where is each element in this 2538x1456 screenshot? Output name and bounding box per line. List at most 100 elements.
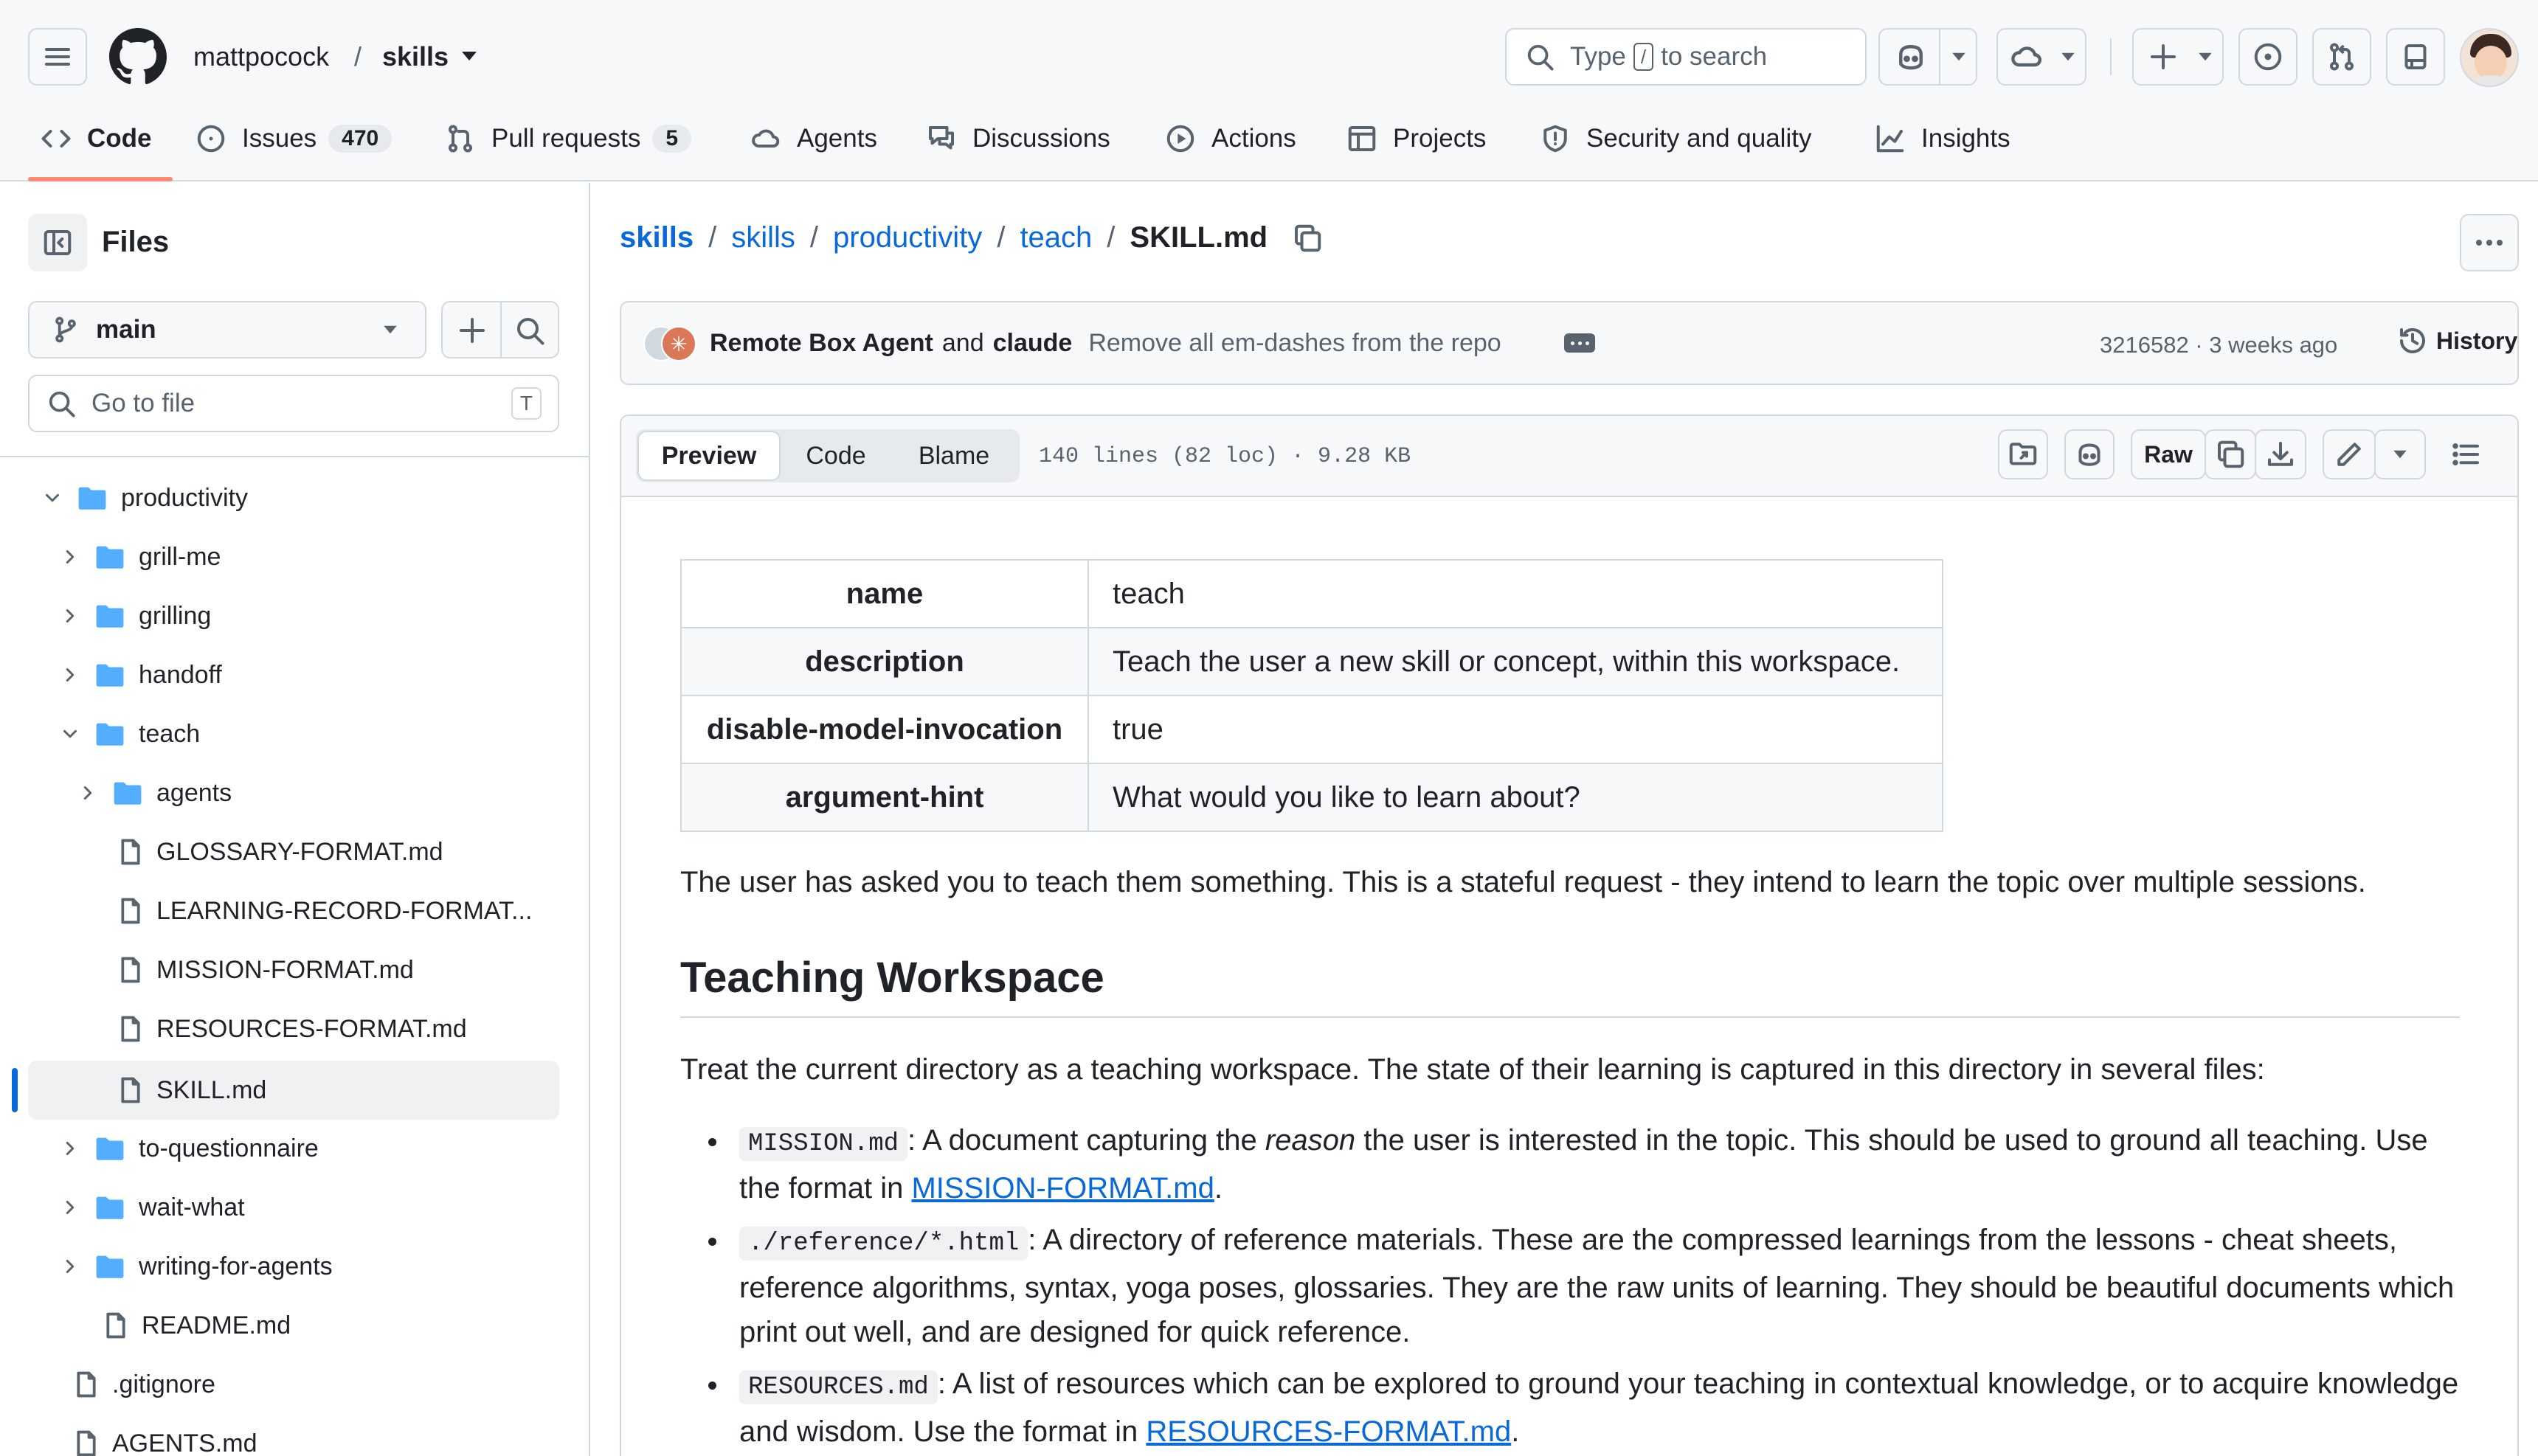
tree-file-learning-record-format[interactable]: LEARNING-RECORD-FORMAT... — [117, 882, 532, 940]
caret-down-icon[interactable] — [460, 50, 478, 62]
emphasis-text: reason — [1265, 1124, 1356, 1157]
tree-file-glossary-format[interactable]: GLOSSARY-FORMAT.md — [117, 823, 443, 881]
copilot-ask-button[interactable] — [2064, 429, 2115, 479]
tree-file-readme[interactable]: README.md — [102, 1297, 291, 1354]
file-icon — [121, 1016, 140, 1042]
create-new-button[interactable] — [2132, 28, 2224, 86]
repo-owner-link[interactable]: mattpocock — [193, 41, 329, 72]
commit-message-link[interactable]: Remove all em-dashes from the repo — [1088, 329, 1501, 358]
tab-agents-label: Agents — [797, 124, 877, 153]
download-button[interactable] — [2255, 429, 2306, 479]
issues-button[interactable] — [2238, 28, 2297, 86]
go-to-file-placeholder: Go to file — [91, 389, 196, 417]
edit-file-button[interactable] — [2323, 429, 2376, 479]
table-row: argument-hint What would you like to lea… — [680, 763, 1943, 832]
tree-file-skill[interactable]: SKILL.md — [117, 1061, 266, 1120]
tab-pull-requests[interactable]: Pull requests 5 — [446, 118, 692, 159]
tree-label: agents — [156, 778, 232, 807]
git-pull-request-icon — [2330, 43, 2354, 71]
graph-icon — [1876, 125, 1904, 153]
breadcrumb-skills-link[interactable]: skills — [731, 221, 795, 254]
list-unordered-icon — [2452, 443, 2479, 466]
copy-icon[interactable] — [1293, 223, 1322, 253]
file-view: skills / skills / productivity / teach /… — [592, 183, 2538, 1456]
tab-code-view[interactable]: Code — [781, 431, 891, 481]
tree-folder-writing-for-agents[interactable]: writing-for-agents — [59, 1238, 333, 1295]
tree-folder-agents[interactable]: agents — [77, 764, 232, 822]
breadcrumb-productivity-link[interactable]: productivity — [833, 221, 982, 254]
tree-file-mission-format[interactable]: MISSION-FORMAT.md — [117, 941, 414, 999]
tree-label: MISSION-FORMAT.md — [156, 955, 414, 984]
breadcrumb-root-link[interactable]: skills — [620, 221, 694, 254]
frontmatter-value: teach — [1088, 559, 1943, 628]
plus-icon — [2151, 44, 2176, 69]
edit-options-button[interactable] — [2374, 429, 2426, 479]
tab-agents[interactable]: Agents — [751, 118, 877, 159]
breadcrumb-teach-link[interactable]: teach — [1020, 221, 1092, 254]
tree-file-gitignore[interactable]: .gitignore — [72, 1356, 215, 1413]
tab-preview[interactable]: Preview — [637, 431, 781, 481]
copy-raw-button[interactable] — [2205, 429, 2256, 479]
folder-open-icon — [96, 723, 124, 746]
tab-insights[interactable]: Insights — [1875, 118, 2010, 159]
tab-blame[interactable]: Blame — [891, 431, 1017, 481]
breadcrumb: skills / skills / productivity / teach /… — [620, 221, 1322, 254]
inbox-button[interactable] — [2386, 28, 2445, 86]
tab-actions[interactable]: Actions — [1166, 118, 1296, 159]
tree-folder-to-questionnaire[interactable]: to-questionnaire — [59, 1120, 319, 1177]
tree-folder-grilling[interactable]: grilling — [59, 587, 211, 645]
commit-coauthor-link[interactable]: claude — [993, 329, 1073, 358]
tree-folder-productivity[interactable]: productivity — [41, 469, 248, 527]
tree-folder-wait-what[interactable]: wait-what — [59, 1179, 245, 1236]
outline-button[interactable] — [2441, 429, 2492, 479]
mission-format-link[interactable]: MISSION-FORMAT.md — [911, 1172, 1214, 1204]
frontmatter-key: disable-model-invocation — [680, 695, 1089, 764]
commit-author-link[interactable]: Remote Box Agent — [710, 329, 933, 358]
add-file-button[interactable] — [441, 301, 559, 358]
search-icon[interactable] — [515, 316, 544, 345]
tree-folder-handoff[interactable]: handoff — [59, 646, 222, 704]
collapse-sidebar-button[interactable] — [28, 214, 87, 271]
codespaces-button[interactable] — [1996, 28, 2086, 86]
intro-paragraph: The user has asked you to teach them som… — [680, 866, 2366, 898]
more-options-button[interactable] — [2460, 214, 2519, 271]
resources-format-link[interactable]: RESOURCES-FORMAT.md — [1146, 1415, 1511, 1448]
repo-name-link[interactable]: skills — [382, 41, 449, 72]
menu-button[interactable] — [28, 28, 87, 86]
tree-label: README.md — [142, 1311, 291, 1339]
breadcrumb-separator: / — [809, 221, 818, 254]
tree-folder-grill-me[interactable]: grill-me — [59, 528, 221, 586]
commit-meta[interactable]: 3216582 · 3 weeks ago — [2100, 332, 2337, 358]
breadcrumb-separator: / — [708, 221, 717, 254]
list-text: : A list of resources which can be explo… — [739, 1367, 2459, 1448]
list-text: . — [1214, 1172, 1223, 1204]
tab-issues[interactable]: Issues 470 — [196, 118, 393, 159]
chevron-right-icon — [66, 550, 75, 564]
tab-projects[interactable]: Projects — [1347, 118, 1486, 159]
frontmatter-value: What would you like to learn about? — [1088, 763, 1943, 832]
raw-button[interactable]: Raw — [2131, 429, 2206, 479]
file-directory-symlink-icon — [2009, 443, 2037, 465]
tab-discussions-label: Discussions — [972, 124, 1110, 153]
go-to-file-input[interactable]: Go to file T — [28, 375, 559, 432]
avatar[interactable] — [2460, 28, 2519, 87]
open-folder-button[interactable] — [1998, 429, 2048, 479]
commit-details-toggle[interactable] — [1564, 333, 1595, 353]
chevron-right-icon — [66, 1201, 75, 1214]
tree-folder-teach[interactable]: teach — [59, 705, 200, 763]
latest-commit-box: ✳ Remote Box Agent and claude Remove all… — [620, 301, 2519, 385]
history-button[interactable]: History — [2398, 326, 2517, 356]
copilot-icon — [1899, 45, 1923, 70]
tab-discussions[interactable]: Discussions — [927, 118, 1110, 159]
sidebar-collapse-icon — [44, 230, 72, 255]
tab-security[interactable]: Security and quality — [1541, 118, 1811, 159]
tree-file-resources-format[interactable]: RESOURCES-FORMAT.md — [117, 1000, 467, 1058]
github-logo-icon[interactable] — [109, 28, 167, 86]
search-suffix: to search — [1661, 42, 1768, 71]
pull-requests-button[interactable] — [2312, 28, 2371, 86]
tree-file-agents-md[interactable]: AGENTS.md — [72, 1415, 257, 1456]
tab-code[interactable]: Code — [41, 118, 152, 159]
copilot-button[interactable] — [1878, 28, 1977, 86]
search-input[interactable]: Type / to search — [1505, 28, 1867, 86]
branch-selector[interactable]: main — [28, 301, 426, 358]
